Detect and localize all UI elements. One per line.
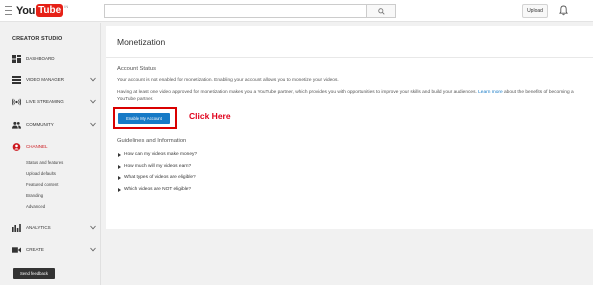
sidebar-item-analytics[interactable]: ANALYTICS	[0, 222, 101, 234]
faq-label: What types of videos are eligible?	[124, 175, 196, 180]
faq-item[interactable]: What types of videos are eligible?	[118, 175, 196, 180]
sidebar-item-label: CREATE	[26, 247, 44, 252]
chevron-down-icon	[90, 225, 96, 230]
video-manager-icon	[12, 76, 21, 84]
sidebar-item-video-manager[interactable]: VIDEO MANAGER	[0, 74, 101, 86]
sidebar-item-label: CHANNEL	[26, 144, 48, 149]
create-icon	[12, 247, 21, 253]
triangle-right-icon	[118, 164, 121, 169]
channel-subitem-branding[interactable]: Branding	[26, 193, 43, 198]
chevron-down-icon	[90, 247, 96, 252]
channel-subitem-featured-content[interactable]: Featured content	[26, 182, 59, 187]
status-text: Your account is not enabled for monetiza…	[117, 78, 339, 83]
triangle-right-icon	[118, 187, 121, 192]
chevron-down-icon	[90, 99, 96, 104]
triangle-right-icon	[118, 175, 121, 180]
analytics-icon	[12, 224, 21, 232]
sidebar-item-live-streaming[interactable]: LIVE STREAMING	[0, 96, 101, 108]
page-title: Monetization	[117, 37, 166, 47]
faq-item[interactable]: How much will my videos earn?	[118, 164, 191, 169]
logo-region-text: IN	[64, 4, 69, 9]
enable-my-account-button[interactable]: Enable My Account	[118, 113, 170, 124]
click-here-annotation: Click Here	[189, 111, 231, 121]
sidebar-item-create[interactable]: CREATE	[0, 244, 101, 256]
chevron-down-icon	[90, 122, 96, 127]
sidebar-item-channel[interactable]: CHANNEL	[0, 141, 101, 153]
logo-you-text: You	[16, 5, 36, 17]
sidebar-title: CREATOR STUDIO	[12, 36, 63, 42]
bell-icon[interactable]	[559, 5, 568, 16]
sidebar-item-label: ANALYTICS	[26, 225, 51, 230]
faq-label: How can my videos make money?	[124, 152, 198, 157]
partner-text-body: Having at least one video approved for m…	[117, 90, 477, 95]
faq-item[interactable]: Which videos are NOT eligible?	[118, 187, 191, 192]
sidebar: CREATOR STUDIO DASHBOARD VIDEO MANAGER L…	[0, 23, 101, 285]
top-bar: You Tube IN Upload	[0, 0, 593, 22]
faq-label: Which videos are NOT eligible?	[124, 187, 192, 192]
learn-more-link[interactable]: Learn more	[478, 90, 503, 95]
channel-subitem-status-features[interactable]: Status and features	[26, 160, 63, 165]
channel-subitem-advanced[interactable]: Advanced	[26, 204, 45, 209]
channel-subitem-upload-defaults[interactable]: Upload defaults	[26, 171, 56, 176]
monetization-panel: Account Status Your account is not enabl…	[106, 58, 593, 229]
search-input[interactable]	[104, 4, 366, 18]
sidebar-item-label: LIVE STREAMING	[26, 99, 64, 104]
page-header: Monetization	[106, 26, 593, 58]
partner-text: Having at least one video approved for m…	[117, 90, 589, 104]
live-streaming-icon	[12, 98, 21, 106]
sidebar-item-label: VIDEO MANAGER	[26, 77, 65, 82]
sidebar-item-label: COMMUNITY	[26, 122, 54, 127]
dashboard-icon	[12, 55, 21, 63]
faq-item[interactable]: How can my videos make money?	[118, 152, 197, 157]
search-button[interactable]	[366, 4, 396, 18]
logo-tube-text: Tube	[36, 4, 64, 17]
youtube-logo[interactable]: You Tube IN	[16, 3, 68, 19]
chevron-down-icon	[90, 77, 96, 82]
sidebar-item-community[interactable]: COMMUNITY	[0, 119, 101, 131]
sidebar-item-dashboard[interactable]: DASHBOARD	[0, 53, 101, 65]
faq-label: How much will my videos earn?	[124, 164, 192, 169]
sidebar-item-label: DASHBOARD	[26, 56, 55, 61]
upload-button[interactable]: Upload	[522, 4, 548, 18]
triangle-right-icon	[118, 152, 121, 157]
community-icon	[12, 121, 21, 129]
search-icon	[377, 7, 385, 15]
guidelines-heading: Guidelines and Information	[117, 138, 187, 144]
send-feedback-button[interactable]: Send feedback	[13, 268, 55, 279]
hamburger-icon[interactable]	[5, 6, 12, 15]
account-status-heading: Account Status	[117, 66, 156, 72]
channel-icon	[12, 143, 21, 151]
